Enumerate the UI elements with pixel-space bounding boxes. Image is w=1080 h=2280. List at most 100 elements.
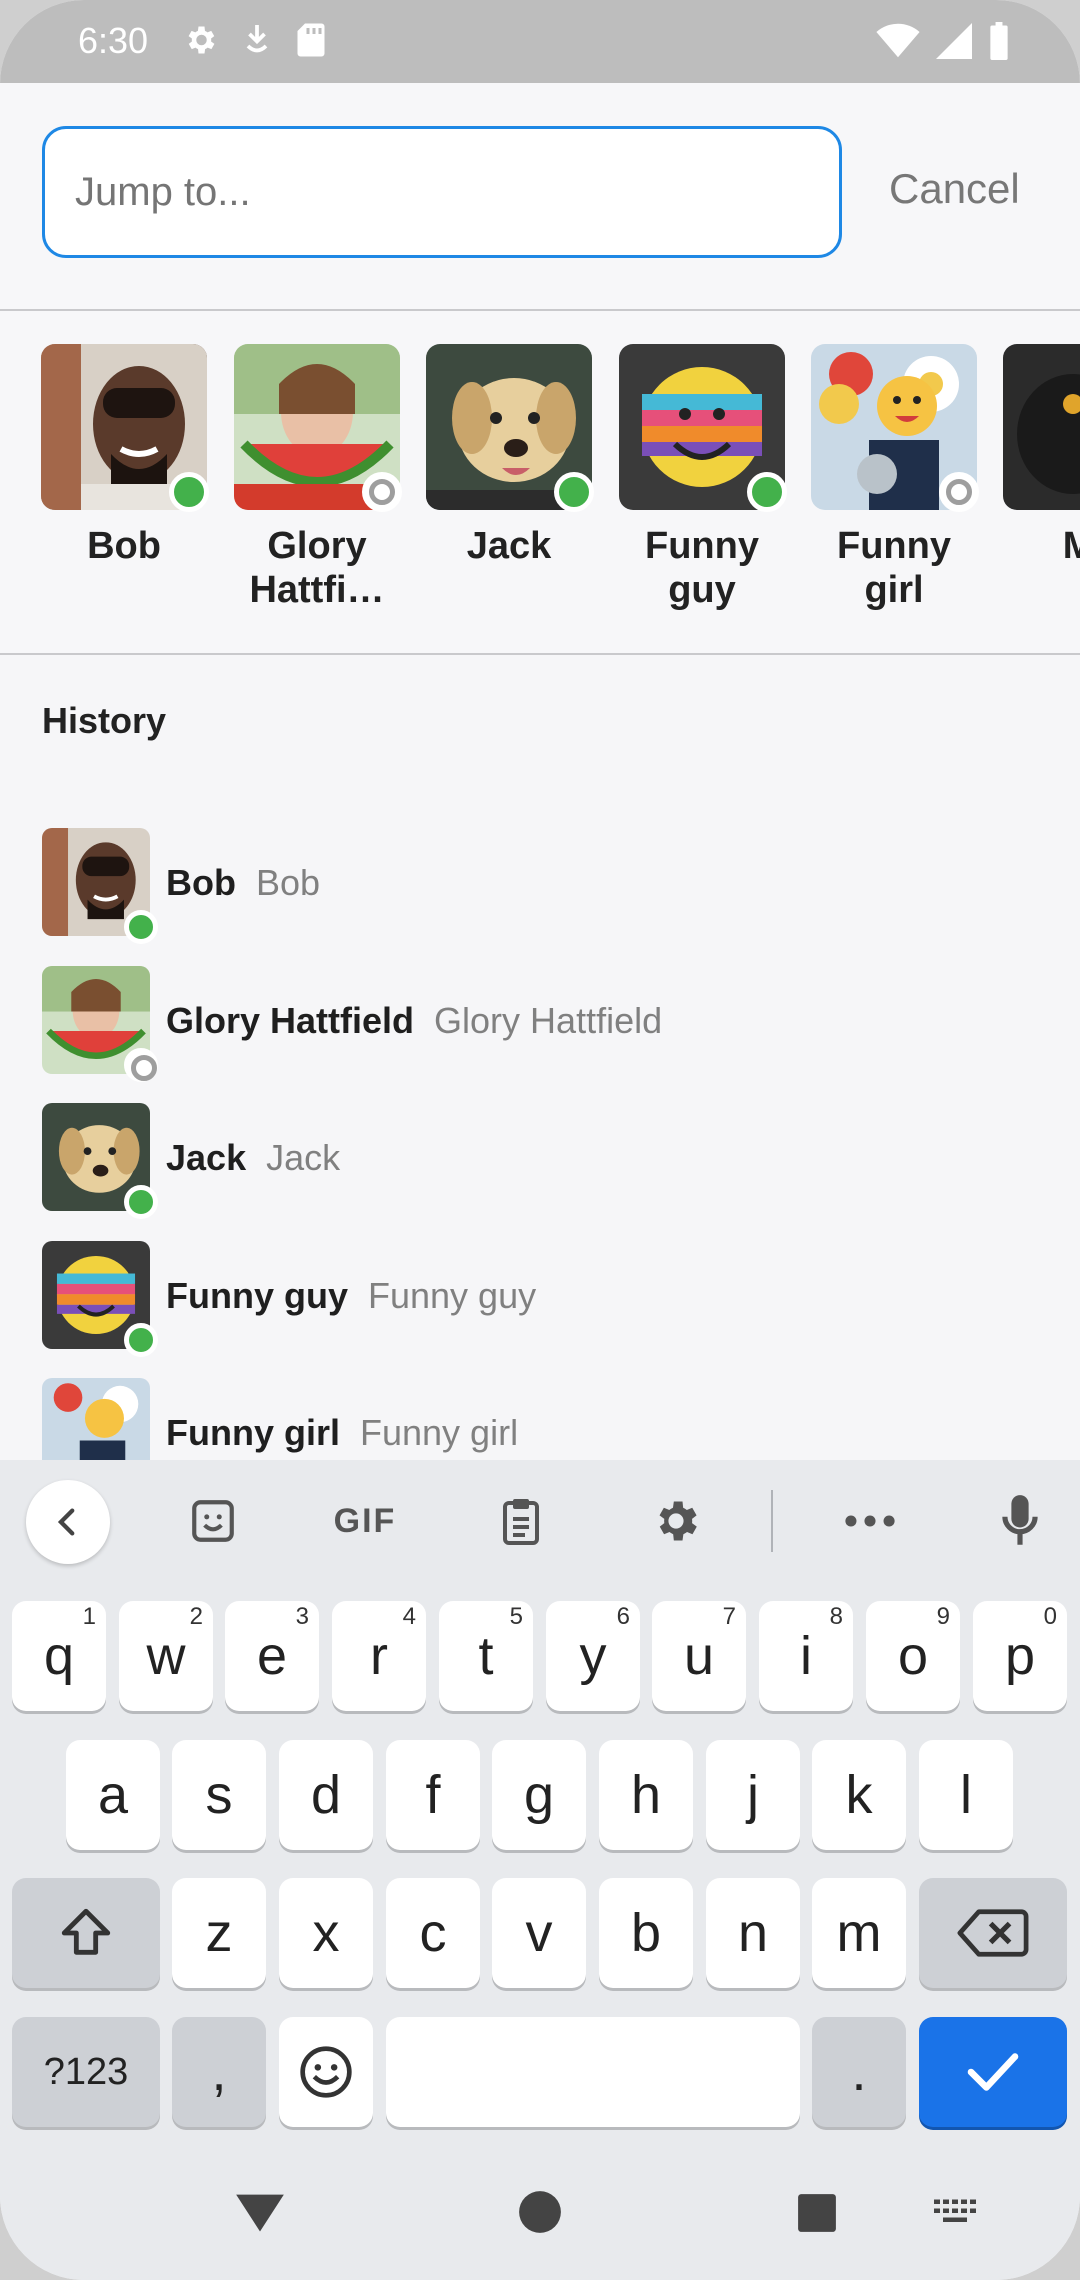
backspace-key[interactable] bbox=[919, 1878, 1067, 1988]
key-s[interactable]: s bbox=[172, 1740, 266, 1850]
collapse-toolbar-button[interactable] bbox=[26, 1480, 110, 1564]
back-nav-button[interactable] bbox=[234, 2190, 286, 2239]
recents-square-icon bbox=[798, 2194, 836, 2232]
suggested-user-label: Funny girl bbox=[837, 525, 951, 611]
suggested-user-label: Glory Hattfi… bbox=[249, 525, 385, 611]
history-item-funny-guy[interactable]: Funny guy Funny guy bbox=[42, 1241, 1042, 1357]
shift-icon bbox=[61, 1908, 111, 1955]
key-hint: 3 bbox=[295, 1603, 309, 1630]
key-x[interactable]: x bbox=[279, 1878, 373, 1988]
key-r[interactable]: r4 bbox=[332, 1601, 426, 1711]
toolbar-divider bbox=[771, 1490, 773, 1552]
app-screen: 6:30 Cancel bbox=[0, 0, 1080, 2280]
enter-key[interactable] bbox=[919, 2017, 1067, 2127]
key-label: w bbox=[146, 1626, 186, 1686]
suggested-user-label: Mr bbox=[1003, 524, 1080, 568]
online-status-icon bbox=[747, 472, 787, 512]
keyboard-icon bbox=[934, 2199, 976, 2222]
key-hint: 6 bbox=[616, 1603, 630, 1630]
voice-input-button[interactable] bbox=[990, 1488, 1050, 1554]
symbols-key[interactable]: ?123 bbox=[12, 2017, 160, 2127]
gear-icon bbox=[659, 1501, 697, 1541]
emoji-key[interactable] bbox=[279, 2017, 373, 2127]
clipboard-icon bbox=[503, 1499, 539, 1545]
key-m[interactable]: m bbox=[812, 1878, 906, 1988]
key-p[interactable]: p0 bbox=[973, 1601, 1067, 1711]
key-c[interactable]: c bbox=[386, 1878, 480, 1988]
suggested-user-label: Funny guy bbox=[645, 525, 759, 611]
sticker-icon bbox=[192, 1500, 234, 1542]
suggested-user-funny-guy[interactable]: Funny guy bbox=[619, 344, 787, 612]
history-sub-label: Bob bbox=[255, 862, 321, 903]
key-y[interactable]: y6 bbox=[546, 1601, 640, 1711]
avatar bbox=[42, 828, 158, 944]
cancel-button[interactable]: Cancel bbox=[889, 165, 1020, 213]
offline-status-icon bbox=[362, 472, 402, 512]
soft-keyboard: GIF q1 w2 e3 r4 t5 y6 u7 i8 o9 p0 a s d … bbox=[0, 1460, 1080, 2280]
keyboard-switch-button[interactable] bbox=[932, 2198, 978, 2233]
key-l[interactable]: l bbox=[919, 1740, 1013, 1850]
key-label: u bbox=[683, 1626, 715, 1686]
space-key[interactable] bbox=[386, 2017, 800, 2127]
key-label: e bbox=[256, 1626, 288, 1686]
history-item-jack[interactable]: Jack Jack bbox=[42, 1103, 1042, 1219]
key-k[interactable]: k bbox=[812, 1740, 906, 1850]
key-g[interactable]: g bbox=[492, 1740, 586, 1850]
key-hint: 5 bbox=[509, 1603, 523, 1630]
sticker-button[interactable] bbox=[180, 1488, 246, 1554]
history-item-glory[interactable]: Glory Hattfield Glory Hattfield bbox=[42, 966, 1042, 1082]
key-label: i bbox=[800, 1626, 812, 1686]
backspace-icon bbox=[957, 1909, 1029, 1957]
signal-icon bbox=[936, 23, 972, 64]
suggested-user-funny-girl[interactable]: Funny girl bbox=[811, 344, 979, 612]
wifi-icon bbox=[876, 23, 920, 64]
key-b[interactable]: b bbox=[599, 1878, 693, 1988]
history-name-label: Funny guy bbox=[166, 1275, 348, 1316]
key-a[interactable]: a bbox=[66, 1740, 160, 1850]
suggested-users-row: Bob Glory Hattfi… Jack Funny guy Funny g… bbox=[0, 311, 1080, 655]
recents-nav-button[interactable] bbox=[796, 2192, 838, 2239]
search-header: Cancel bbox=[0, 83, 1080, 311]
key-hint: 2 bbox=[189, 1603, 203, 1630]
history-item-bob[interactable]: Bob Bob bbox=[42, 828, 1042, 944]
key-t[interactable]: t5 bbox=[439, 1601, 533, 1711]
key-z[interactable]: z bbox=[172, 1878, 266, 1988]
clipboard-button[interactable] bbox=[488, 1488, 554, 1554]
suggested-user-mr[interactable]: Mr bbox=[1003, 344, 1080, 568]
settings-status-icon bbox=[182, 22, 218, 63]
avatar bbox=[42, 1241, 158, 1357]
key-label: t bbox=[478, 1626, 494, 1686]
key-label: p bbox=[1004, 1626, 1036, 1686]
key-v[interactable]: v bbox=[492, 1878, 586, 1988]
key-label: q bbox=[43, 1626, 75, 1686]
suggested-user-bob[interactable]: Bob bbox=[41, 344, 209, 568]
more-options-button[interactable] bbox=[835, 1488, 905, 1554]
sd-card-icon bbox=[296, 22, 326, 63]
home-nav-button[interactable] bbox=[518, 2190, 562, 2239]
history-name-label: Jack bbox=[166, 1137, 247, 1178]
suggested-user-jack[interactable]: Jack bbox=[426, 344, 594, 568]
key-d[interactable]: d bbox=[279, 1740, 373, 1850]
avatar bbox=[811, 344, 979, 512]
avatar bbox=[42, 1103, 158, 1219]
keyboard-toolbar: GIF bbox=[0, 1460, 1080, 1582]
avatar bbox=[426, 344, 594, 512]
shift-key[interactable] bbox=[12, 1878, 160, 1988]
key-n[interactable]: n bbox=[706, 1878, 800, 1988]
key-e[interactable]: e3 bbox=[225, 1601, 319, 1711]
key-f[interactable]: f bbox=[386, 1740, 480, 1850]
keyboard-settings-button[interactable] bbox=[643, 1488, 709, 1554]
key-w[interactable]: w2 bbox=[119, 1601, 213, 1711]
comma-key[interactable]: , bbox=[172, 2017, 266, 2127]
key-h[interactable]: h bbox=[599, 1740, 693, 1850]
key-i[interactable]: i8 bbox=[759, 1601, 853, 1711]
key-label: r bbox=[370, 1626, 388, 1686]
key-o[interactable]: o9 bbox=[866, 1601, 960, 1711]
key-u[interactable]: u7 bbox=[652, 1601, 746, 1711]
gif-button[interactable]: GIF bbox=[325, 1488, 405, 1554]
jump-to-input[interactable] bbox=[42, 126, 842, 258]
key-j[interactable]: j bbox=[706, 1740, 800, 1850]
period-key[interactable]: . bbox=[812, 2017, 906, 2127]
key-q[interactable]: q1 bbox=[12, 1601, 106, 1711]
suggested-user-glory[interactable]: Glory Hattfi… bbox=[234, 344, 402, 612]
